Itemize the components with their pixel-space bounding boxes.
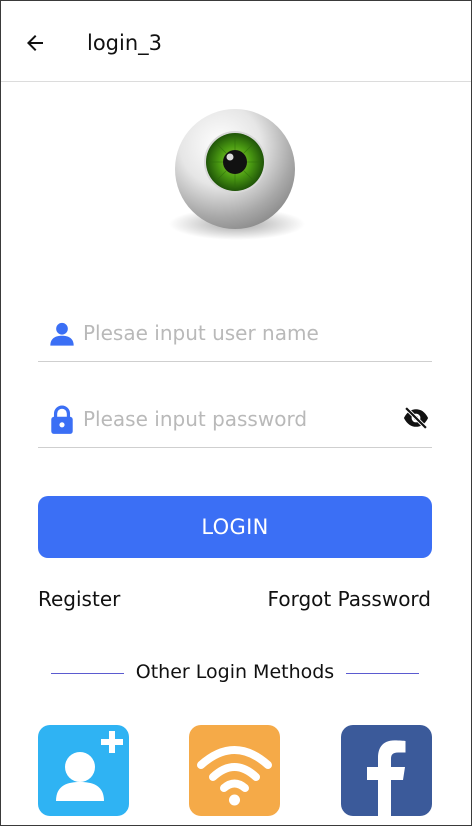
register-link[interactable]: Register: [38, 587, 120, 611]
app-window: login_3 Plesae input user name LOGIN Reg…: [0, 0, 472, 826]
back-button[interactable]: [21, 29, 49, 57]
app-bar: login_3: [1, 1, 471, 82]
add-user-icon: [56, 731, 123, 801]
password-field: [38, 391, 432, 448]
password-input[interactable]: [83, 403, 403, 435]
visibility-off-icon[interactable]: [402, 407, 430, 429]
divider-line-right: [346, 673, 419, 674]
wifi-icon: [197, 746, 272, 806]
arrow-left-icon: [27, 35, 43, 51]
username-field: [38, 305, 432, 362]
lock-icon: [51, 405, 73, 434]
add-user-login-button[interactable]: [38, 725, 129, 816]
other-login-divider: Other Login Methods: [51, 661, 419, 691]
page-title: login_3: [87, 31, 163, 55]
eye-logo: [169, 109, 305, 240]
facebook-login-button[interactable]: [341, 725, 432, 816]
username-input[interactable]: [83, 317, 403, 349]
user-icon: [50, 322, 74, 346]
wifi-login-button[interactable]: [189, 725, 280, 816]
other-login-label: Other Login Methods: [135, 661, 335, 683]
facebook-icon: [367, 740, 406, 816]
login-button[interactable]: LOGIN: [38, 496, 432, 558]
divider-line-left: [51, 673, 124, 674]
forgot-password-link[interactable]: Forgot Password: [268, 587, 431, 611]
